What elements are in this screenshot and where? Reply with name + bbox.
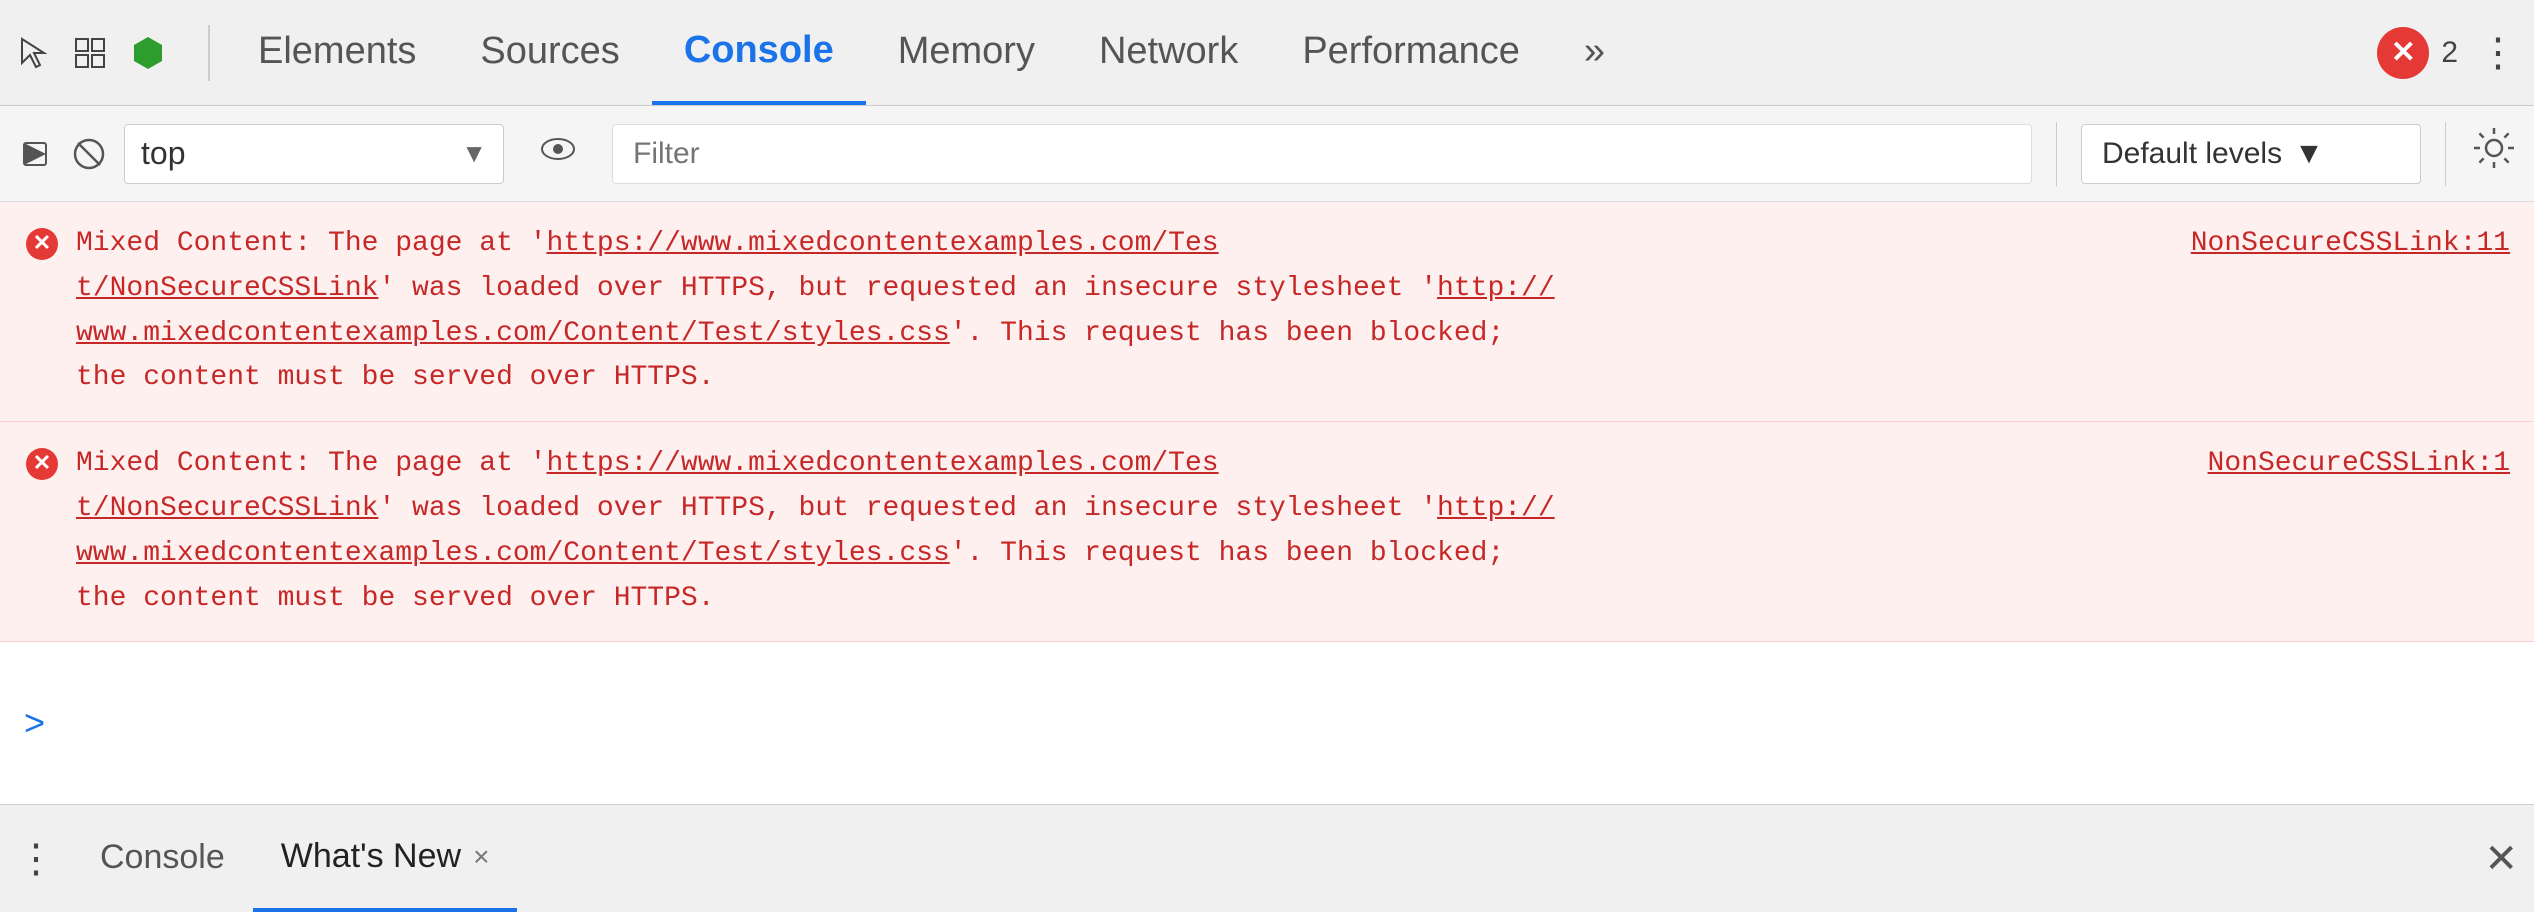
toolbar2-divider bbox=[2056, 122, 2057, 186]
tab-performance[interactable]: Performance bbox=[1270, 0, 1552, 105]
devtools-icons bbox=[16, 33, 168, 73]
error-message-2: Mixed Content: The page at 'https://www.… bbox=[76, 442, 2510, 621]
error-source-link-2[interactable]: NonSecureCSSLink:1 bbox=[2208, 442, 2510, 487]
close-tab-whatsnew[interactable]: × bbox=[473, 841, 489, 873]
tab-more[interactable]: » bbox=[1552, 0, 1637, 105]
error-count: 2 bbox=[2441, 36, 2458, 70]
error-stylesheet-link-1a[interactable]: http:// bbox=[1437, 273, 1555, 304]
eye-icon[interactable] bbox=[536, 127, 580, 180]
error-icon-2: ✕ bbox=[24, 446, 60, 491]
close-devtools-button[interactable]: ✕ bbox=[2484, 837, 2518, 881]
error-source-link-1[interactable]: NonSecureCSSLink:11 bbox=[2191, 222, 2510, 267]
toolbar-divider bbox=[208, 25, 210, 81]
execute-context-icon[interactable] bbox=[16, 135, 54, 173]
console-prompt-row: > bbox=[0, 642, 2534, 804]
bottom-more-button[interactable]: ⋮ bbox=[16, 836, 56, 882]
error-stylesheet-link-2a[interactable]: http:// bbox=[1437, 493, 1555, 524]
cursor-icon[interactable] bbox=[16, 35, 52, 71]
clear-console-icon[interactable] bbox=[70, 135, 108, 173]
tab-memory[interactable]: Memory bbox=[866, 0, 1067, 105]
table-row: ✕ Mixed Content: The page at 'https://ww… bbox=[0, 202, 2534, 422]
context-selector[interactable]: top ▼ bbox=[124, 124, 504, 184]
inspect-icon[interactable] bbox=[72, 35, 108, 71]
tab-sources[interactable]: Sources bbox=[448, 0, 651, 105]
error-stylesheet-link-1b[interactable]: www.mixedcontentexamples.com/Content/Tes… bbox=[76, 318, 950, 349]
table-row: ✕ Mixed Content: The page at 'https://ww… bbox=[0, 422, 2534, 642]
svg-text:✕: ✕ bbox=[33, 450, 51, 475]
bottom-tab-console[interactable]: Console bbox=[72, 805, 253, 912]
error-stylesheet-link-2b[interactable]: www.mixedcontentexamples.com/Content/Tes… bbox=[76, 538, 950, 569]
settings-icon[interactable] bbox=[2470, 124, 2518, 183]
second-toolbar: top ▼ Default levels ▼ bbox=[0, 106, 2534, 202]
context-dropdown-arrow: ▼ bbox=[461, 138, 487, 169]
more-options-button[interactable]: ⋮ bbox=[2478, 30, 2518, 76]
context-value: top bbox=[141, 135, 449, 172]
bottom-bar: ⋮ Console What's New × ✕ bbox=[0, 804, 2534, 912]
levels-selector[interactable]: Default levels ▼ bbox=[2081, 124, 2421, 184]
error-url-link-1b[interactable]: t/NonSecureCSSLink bbox=[76, 273, 378, 304]
svg-text:✕: ✕ bbox=[33, 230, 51, 255]
error-circle-icon: ✕ bbox=[2391, 35, 2416, 70]
tab-elements[interactable]: Elements bbox=[226, 0, 448, 105]
error-url-link-1a[interactable]: https://www.mixedcontentexamples.com/Tes bbox=[546, 228, 1218, 259]
tab-network[interactable]: Network bbox=[1067, 0, 1270, 105]
filter-input[interactable] bbox=[612, 124, 2032, 184]
toolbar2-divider-2 bbox=[2445, 122, 2446, 186]
bottom-bar-right: ✕ bbox=[2484, 836, 2518, 882]
error-badge-group: ✕ 2 bbox=[2377, 27, 2458, 79]
levels-arrow: ▼ bbox=[2294, 137, 2324, 171]
error-url-link-2a[interactable]: https://www.mixedcontentexamples.com/Tes bbox=[546, 448, 1218, 479]
top-toolbar: Elements Sources Console Memory Network … bbox=[0, 0, 2534, 106]
nav-tabs: Elements Sources Console Memory Network … bbox=[226, 0, 2377, 105]
bottom-tab-whatsnew[interactable]: What's New × bbox=[253, 805, 518, 912]
console-content: ✕ Mixed Content: The page at 'https://ww… bbox=[0, 202, 2534, 804]
error-message-1: Mixed Content: The page at 'https://www.… bbox=[76, 222, 2510, 401]
extension-icon[interactable] bbox=[128, 33, 168, 73]
tab-console[interactable]: Console bbox=[652, 0, 866, 105]
levels-label: Default levels bbox=[2102, 137, 2282, 171]
error-badge: ✕ bbox=[2377, 27, 2429, 79]
error-url-link-2b[interactable]: t/NonSecureCSSLink bbox=[76, 493, 378, 524]
error-icon-1: ✕ bbox=[24, 226, 60, 271]
toolbar-right: ✕ 2 ⋮ bbox=[2377, 27, 2518, 79]
prompt-arrow[interactable]: > bbox=[24, 702, 45, 744]
